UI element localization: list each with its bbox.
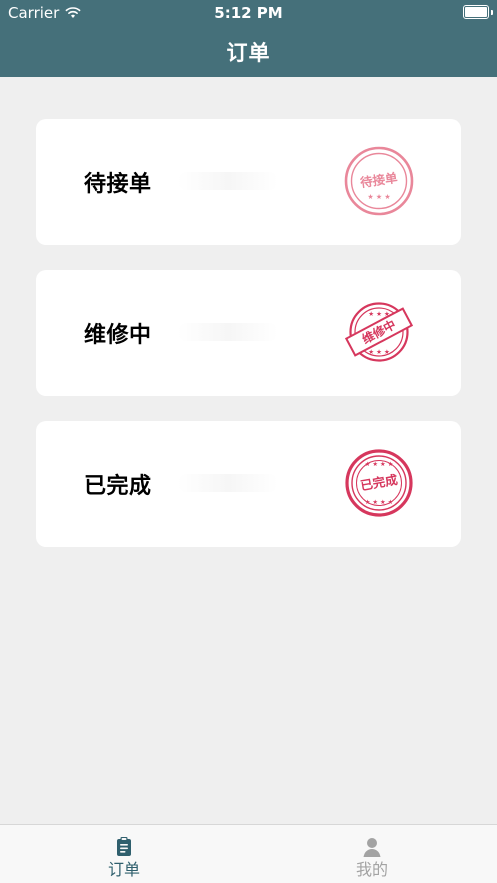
pending-stamp-stars: ★ ★ ★ xyxy=(367,193,390,201)
completed-card-placeholder xyxy=(178,474,278,492)
orders-list: 待接单 待接单 ★ ★ ★ 维修中 维修中 ★ ★ ★ ★ ★ ★ 已完成 已完… xyxy=(36,119,461,572)
tab-mine[interactable]: 我的 xyxy=(312,835,432,881)
tab-orders[interactable]: 订单 xyxy=(64,835,184,881)
completed-stamp-bottom-stars: ★ ★ ★ ★ xyxy=(365,499,394,506)
repair-stamp-bottom-stars: ★ ★ ★ xyxy=(368,348,390,356)
order-card-completed[interactable]: 已完成 已完成 ★ ★ ★ ★ ★ ★ ★ ★ xyxy=(36,421,461,547)
repair-stamp-top-stars: ★ ★ ★ xyxy=(368,310,390,318)
tab-orders-label: 订单 xyxy=(107,860,140,879)
battery-icon xyxy=(463,5,493,19)
top-header: Carrier 5:12 PM 订单 xyxy=(0,0,497,77)
completed-stamp-top-stars: ★ ★ ★ ★ xyxy=(365,461,394,468)
order-card-repairing[interactable]: 维修中 维修中 ★ ★ ★ ★ ★ ★ xyxy=(36,270,461,396)
order-card-pending[interactable]: 待接单 待接单 ★ ★ ★ xyxy=(36,119,461,245)
status-time: 5:12 PM xyxy=(214,4,283,22)
repair-stamp-icon: 维修中 ★ ★ ★ ★ ★ ★ xyxy=(344,302,414,362)
completed-stamp-icon: 已完成 ★ ★ ★ ★ ★ ★ ★ ★ xyxy=(345,449,413,517)
carrier-text: Carrier xyxy=(8,4,60,22)
wifi-icon xyxy=(65,7,81,18)
status-bar: Carrier 5:12 PM xyxy=(0,0,497,26)
pending-card-label: 待接单 xyxy=(84,172,152,197)
page-title: 订单 xyxy=(226,41,271,65)
tab-mine-label: 我的 xyxy=(355,860,388,879)
pending-stamp-text: 待接单 xyxy=(359,170,399,190)
user-icon xyxy=(363,838,381,857)
repairing-card-placeholder xyxy=(178,323,278,341)
completed-stamp-text: 已完成 xyxy=(359,472,399,493)
carrier-group: Carrier xyxy=(8,4,81,22)
battery-fill xyxy=(465,7,487,17)
clipboard-icon xyxy=(117,837,131,856)
pending-stamp-icon: 待接单 ★ ★ ★ xyxy=(344,146,414,216)
bottom-tab-bar: 订单 我的 xyxy=(0,824,497,883)
pending-card-placeholder xyxy=(178,172,278,190)
completed-card-label: 已完成 xyxy=(84,474,152,499)
repairing-card-label: 维修中 xyxy=(84,323,152,348)
